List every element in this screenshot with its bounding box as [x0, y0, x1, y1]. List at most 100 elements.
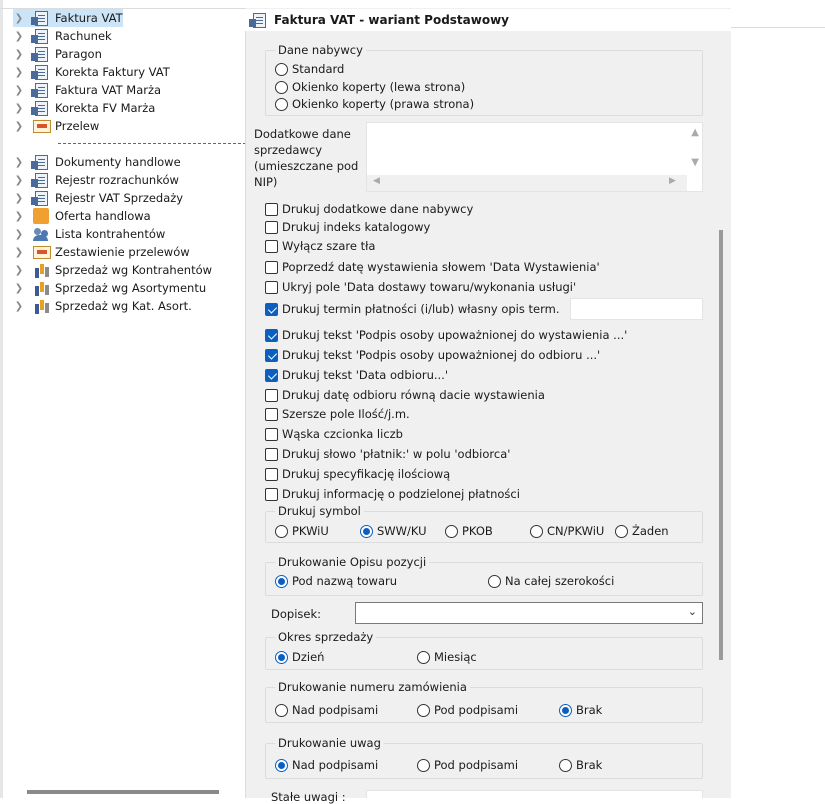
checkbox-podpis-wystawienia[interactable]: Drukuj tekst 'Podpis osoby upoważnionej … — [265, 328, 627, 342]
chevron-right-icon[interactable]: ❯ — [13, 265, 25, 276]
checkbox-box[interactable] — [265, 388, 278, 402]
tree-item-zestawienie-przelewow[interactable]: ❯ Zestawienie przelewów — [13, 243, 190, 261]
radio-circle[interactable] — [275, 80, 288, 94]
checkbox-szersze-pole[interactable]: Szersze pole Ilość/j.m. — [265, 407, 410, 421]
radio-circle[interactable] — [615, 524, 628, 538]
radio-circle[interactable] — [488, 574, 501, 588]
checkbox-box[interactable] — [265, 302, 278, 316]
dopisek-dropdown[interactable]: ⌄ — [355, 602, 703, 624]
chevron-right-icon[interactable]: ❯ — [13, 175, 25, 186]
radio-pod-nazwa-towaru[interactable]: Pod nazwą towaru — [275, 574, 397, 588]
checkbox-data-odbioru-rowna[interactable]: Drukuj datę odbioru równą dacie wystawie… — [265, 388, 545, 402]
checkbox-box[interactable] — [265, 427, 278, 441]
tree-item-paragon[interactable]: ❯ Paragon — [13, 45, 102, 63]
chevron-right-icon[interactable]: ❯ — [13, 211, 25, 222]
radio-zam-brak[interactable]: Brak — [559, 703, 602, 717]
checkbox-slowo-platnik[interactable]: Drukuj słowo 'płatnik:' w polu 'odbiorca… — [265, 447, 510, 461]
checkbox-box[interactable] — [265, 260, 278, 274]
chevron-right-icon[interactable]: ❯ — [13, 229, 25, 240]
scroll-right-icon[interactable]: ▶ — [669, 176, 676, 186]
checkbox-box[interactable] — [265, 447, 278, 461]
tree-item-faktura-vat[interactable]: ❯ Faktura VAT — [13, 9, 123, 27]
checkbox-data-odbioru[interactable]: Drukuj tekst 'Data odbioru...' — [265, 368, 448, 382]
checkbox-box[interactable] — [265, 202, 278, 216]
radio-okienko-lewa[interactable]: Okienko koperty (lewa strona) — [275, 80, 465, 94]
checkbox-termin-platnosci[interactable]: Drukuj termin płatności (i/lub) własny o… — [265, 302, 559, 316]
radio-circle[interactable] — [275, 97, 288, 111]
checkbox-dodatkowe-dane-nabywcy[interactable]: Drukuj dodatkowe dane nabywcy — [265, 202, 473, 216]
tree-item-faktura-vat-marza[interactable]: ❯ Faktura VAT Marża — [13, 81, 161, 99]
horizontal-scrollbar[interactable] — [367, 175, 687, 191]
radio-circle[interactable] — [275, 703, 288, 717]
radio-pkwiu[interactable]: PKWiU — [275, 524, 329, 538]
tree-item-sprzedaz-kat-asort[interactable]: ❯ Sprzedaż wg Kat. Asort. — [13, 297, 192, 315]
radio-uwagi-pod-podpisami[interactable]: Pod podpisami — [417, 758, 518, 772]
chevron-right-icon[interactable]: ❯ — [13, 103, 25, 114]
chevron-right-icon[interactable]: ❯ — [13, 85, 25, 96]
termin-opis-input[interactable] — [570, 298, 703, 320]
tree-item-korekta-fv-marza[interactable]: ❯ Korekta FV Marża — [13, 99, 155, 117]
horizontal-scrollbar[interactable] — [27, 790, 219, 794]
chevron-down-icon[interactable]: ⌄ — [688, 605, 697, 618]
radio-circle[interactable] — [559, 758, 572, 772]
radio-sww-ku[interactable]: SWW/KU — [360, 524, 427, 538]
checkbox-box[interactable] — [265, 407, 278, 421]
tree-item-przelew[interactable]: ❯ Przelew — [13, 117, 99, 135]
chevron-right-icon[interactable]: ❯ — [13, 193, 25, 204]
radio-circle[interactable] — [445, 524, 458, 538]
checkbox-box[interactable] — [265, 467, 278, 481]
radio-circle[interactable] — [275, 524, 288, 538]
stale-uwagi-textarea[interactable] — [366, 790, 703, 798]
tree-item-korekta-faktury-vat[interactable]: ❯ Korekta Faktury VAT — [13, 63, 170, 81]
radio-circle[interactable] — [417, 758, 430, 772]
radio-circle[interactable] — [417, 650, 430, 664]
radio-dzien[interactable]: Dzień — [275, 650, 324, 664]
checkbox-box[interactable] — [265, 220, 278, 234]
chevron-right-icon[interactable]: ❯ — [13, 121, 25, 132]
checkbox-poprzedz-date[interactable]: Poprzedź datę wystawienia słowem 'Data W… — [265, 260, 600, 274]
checkbox-podpis-odbioru[interactable]: Drukuj tekst 'Podpis osoby upoważnionej … — [265, 348, 600, 362]
scroll-up-icon[interactable]: ▲ — [691, 127, 699, 138]
radio-circle[interactable] — [417, 703, 430, 717]
radio-pkob[interactable]: PKOB — [445, 524, 493, 538]
scroll-left-icon[interactable]: ◀ — [373, 176, 380, 186]
tree-item-sprzedaz-asortymentu[interactable]: ❯ Sprzedaż wg Asortymentu — [13, 279, 206, 297]
vertical-scrollbar-thumb[interactable] — [719, 230, 723, 660]
radio-circle[interactable] — [360, 524, 373, 538]
chevron-right-icon[interactable]: ❯ — [13, 13, 25, 24]
chevron-right-icon[interactable]: ❯ — [13, 31, 25, 42]
checkbox-box[interactable] — [265, 487, 278, 501]
chevron-right-icon[interactable]: ❯ — [13, 67, 25, 78]
checkbox-specyfikacja-ilosciowa[interactable]: Drukuj specyfikację ilościową — [265, 467, 450, 481]
checkbox-waska-czcionka[interactable]: Wąska czcionka liczb — [265, 427, 403, 441]
radio-zam-pod-podpisami[interactable]: Pod podpisami — [417, 703, 518, 717]
radio-circle[interactable] — [275, 650, 288, 664]
radio-circle[interactable] — [275, 758, 288, 772]
checkbox-box[interactable] — [265, 368, 278, 382]
tree-item-rachunek[interactable]: ❯ Rachunek — [13, 27, 112, 45]
chevron-right-icon[interactable]: ❯ — [13, 301, 25, 312]
radio-uwagi-brak[interactable]: Brak — [559, 758, 602, 772]
radio-circle[interactable] — [275, 574, 288, 588]
radio-okienko-prawa[interactable]: Okienko koperty (prawa strona) — [275, 97, 474, 111]
tree-item-lista-kontrahentow[interactable]: ❯ Lista kontrahentów — [13, 225, 165, 243]
chevron-right-icon[interactable]: ❯ — [13, 49, 25, 60]
scroll-down-icon[interactable]: ▼ — [691, 157, 699, 168]
radio-cn-pkwiu[interactable]: CN/PKWiU — [530, 524, 604, 538]
tree-item-rejestr-rozrachunkow[interactable]: ❯ Rejestr rozrachunków — [13, 171, 179, 189]
radio-circle[interactable] — [275, 62, 288, 76]
radio-circle[interactable] — [559, 703, 572, 717]
checkbox-box[interactable] — [265, 328, 278, 342]
radio-zaden[interactable]: Żaden — [615, 524, 669, 538]
radio-uwagi-nad-podpisami[interactable]: Nad podpisami — [275, 758, 378, 772]
radio-na-calej-szerokosci[interactable]: Na całej szerokości — [488, 574, 614, 588]
dodatkowe-dane-textarea[interactable]: ▲ ▼ ◀ ▶ — [366, 122, 703, 192]
tree-item-oferta-handlowa[interactable]: ❯ Oferta handlowa — [13, 207, 151, 225]
tree-item-rejestr-vat[interactable]: ❯ Rejestr VAT Sprzedaży — [13, 189, 183, 207]
checkbox-ukryj-pole-data-dostawy[interactable]: Ukryj pole 'Data dostawy towaru/wykonani… — [265, 280, 576, 294]
chevron-right-icon[interactable]: ❯ — [13, 283, 25, 294]
tree-item-dokumenty-handlowe[interactable]: ❯ Dokumenty handlowe — [13, 153, 181, 171]
checkbox-indeks-katalogowy[interactable]: Drukuj indeks katalogowy — [265, 220, 430, 234]
checkbox-podzielona-platnosc[interactable]: Drukuj informację o podzielonej płatnośc… — [265, 487, 520, 501]
chevron-right-icon[interactable]: ❯ — [13, 157, 25, 168]
